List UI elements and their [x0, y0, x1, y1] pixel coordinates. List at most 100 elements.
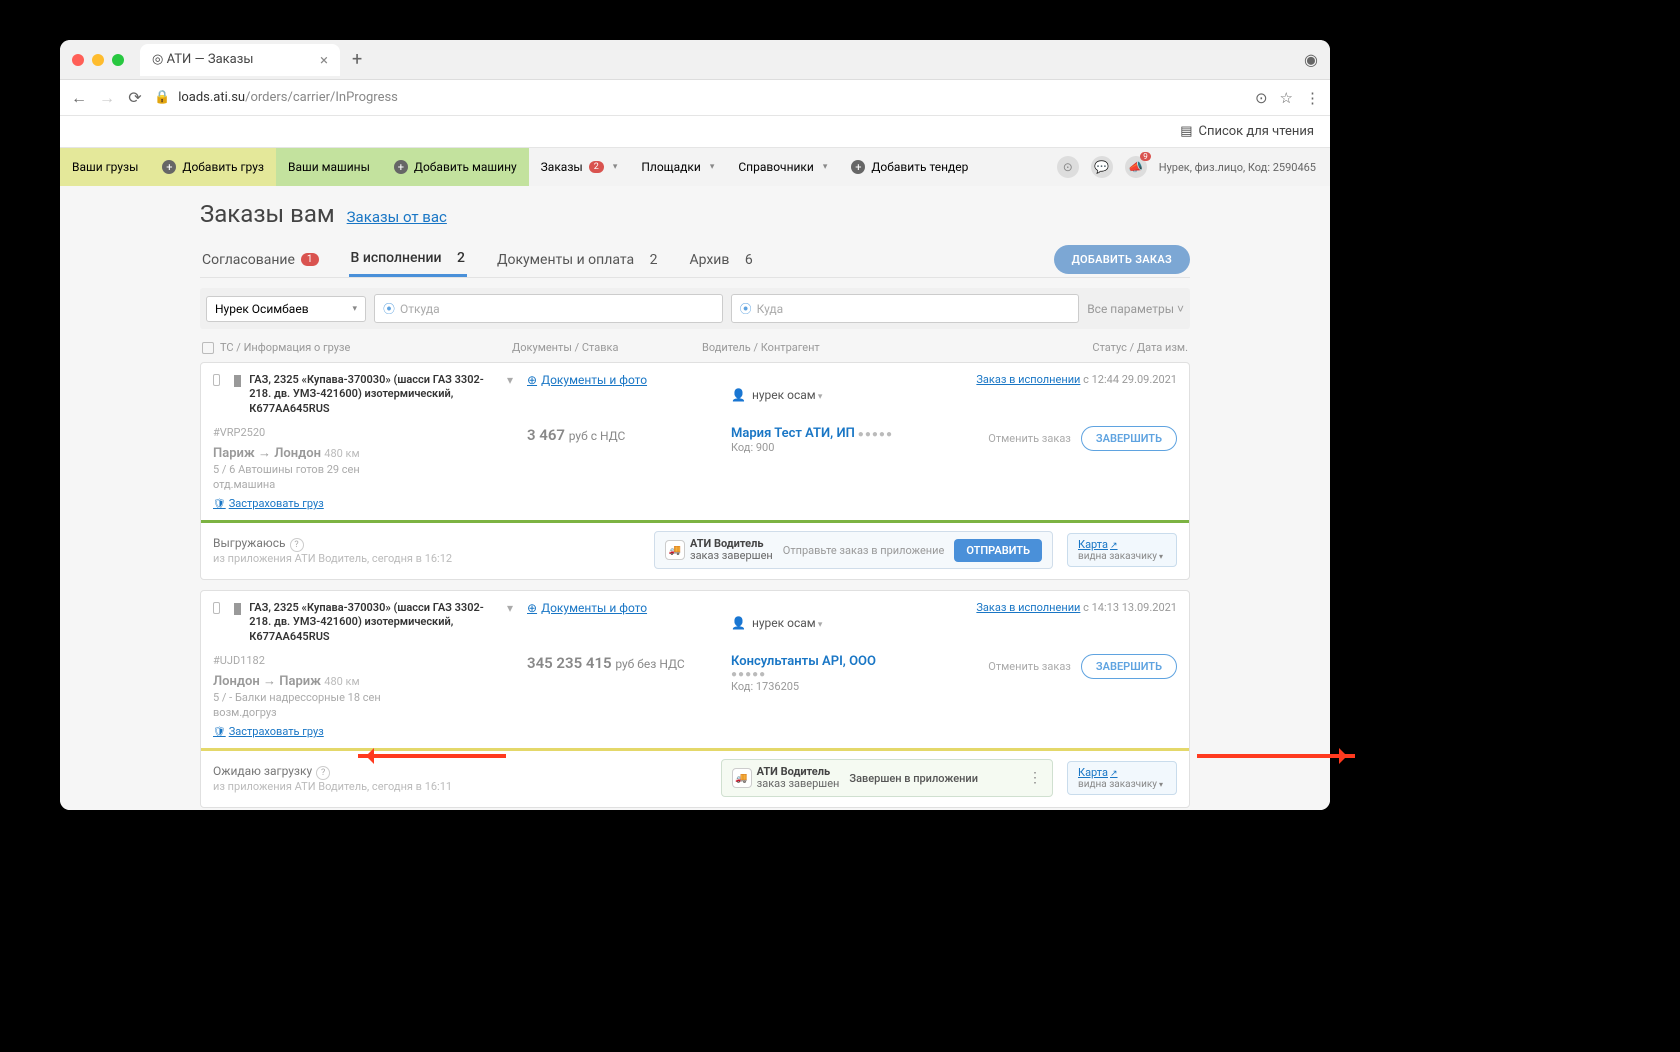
nav-orders[interactable]: Заказы2 [529, 148, 630, 186]
documents-link[interactable]: Документы и фото [527, 373, 647, 387]
person-select[interactable]: Нурек Осимбаев [206, 296, 366, 322]
column-headers: ТС / Информация о грузе Документы / Став… [200, 337, 1190, 362]
select-all-checkbox[interactable] [202, 342, 214, 354]
price: 3 467 руб с НДС [527, 426, 717, 444]
tab-title: АТИ — Заказы [167, 52, 254, 67]
route: Лондон → Париж 480 км [213, 673, 513, 689]
nav-refs[interactable]: Справочники [726, 148, 839, 186]
pin-icon: ⦿ [740, 300, 752, 317]
map-link[interactable]: Карта [1078, 766, 1118, 779]
route: Париж → Лондон 480 км [213, 445, 513, 461]
minimize-icon[interactable] [92, 54, 104, 66]
reading-list-icon: ▤ [1180, 124, 1192, 139]
price: 345 235 415 руб без НДС [527, 654, 717, 672]
cancel-link[interactable]: Отменить заказ [988, 432, 1071, 445]
lock-icon: 🔒 [154, 90, 170, 105]
back-icon[interactable]: ← [70, 88, 88, 108]
status-text: Ожидаю загрузку [213, 764, 312, 778]
forward-icon: → [98, 88, 116, 108]
nav-your-cargo[interactable]: Ваши грузы [60, 148, 150, 186]
status-link[interactable]: Заказ в исполнении [976, 373, 1080, 386]
tab-archive[interactable]: Архив 6 [687, 244, 754, 276]
tabs-row: Согласование1 В исполнении 2 Документы и… [200, 242, 1190, 278]
map-box: Карта видна заказчику [1067, 533, 1177, 567]
top-nav: Ваши грузы +Добавить груз Ваши машины +Д… [60, 148, 1330, 186]
status-link[interactable]: Заказ в исполнении [976, 601, 1080, 614]
close-tab-icon[interactable]: × [320, 51, 328, 69]
chevron-down-icon[interactable]: ▾ [507, 373, 513, 387]
orders-from-you-link[interactable]: Заказы от вас [347, 208, 447, 226]
new-tab-icon[interactable]: + [352, 49, 362, 70]
map-link[interactable]: Карта [1078, 538, 1118, 551]
reading-list[interactable]: Список для чтения [1198, 124, 1314, 139]
url-bar: ← → ⟳ 🔒 loads.ati.su/orders/carrier/InPr… [60, 80, 1330, 116]
rating-stars: ●●●●● [858, 429, 893, 440]
person-icon: 👤 [731, 388, 746, 402]
finish-button[interactable]: ЗАВЕРШИТЬ [1081, 654, 1177, 679]
annotation-arrow [1185, 752, 1355, 760]
truck-icon [234, 603, 242, 615]
close-icon[interactable] [72, 54, 84, 66]
to-input[interactable]: ⦿Куда [731, 294, 1080, 323]
from-input[interactable]: ⦿Откуда [374, 294, 723, 323]
documents-link[interactable]: Документы и фото [527, 601, 647, 615]
agent-link[interactable]: Консультанты API, ООО [731, 654, 961, 669]
agent-link[interactable]: Мария Тест АТИ, ИП [731, 426, 855, 441]
tab-in-progress[interactable]: В исполнении 2 [349, 242, 467, 277]
cancel-link[interactable]: Отменить заказ [988, 660, 1071, 673]
kebab-icon[interactable]: ⋮ [1028, 770, 1042, 786]
driver-select[interactable]: нурек осам [752, 388, 822, 402]
chevron-down-icon[interactable]: ▾ [507, 601, 513, 615]
truck-icon [234, 375, 242, 387]
row-checkbox[interactable] [213, 374, 220, 386]
add-order-button[interactable]: ДОБАВИТЬ ЗАКАЗ [1054, 245, 1190, 274]
plus-icon: + [394, 160, 408, 174]
browser-tab[interactable]: ◎ АТИ — Заказы × [140, 44, 340, 76]
titlebar: ◎ АТИ — Заказы × + ◉ [60, 40, 1330, 80]
nav-add-cargo[interactable]: +Добавить груз [150, 148, 276, 186]
help-icon[interactable]: ? [316, 766, 330, 780]
chat-icon[interactable]: 💬 [1091, 156, 1113, 178]
search-icon[interactable]: ⊙ [1255, 89, 1268, 107]
tab-documents[interactable]: Документы и оплата 2 [495, 244, 659, 276]
reload-icon[interactable]: ⟳ [126, 88, 144, 107]
nav-add-tender[interactable]: +Добавить тендер [839, 148, 980, 186]
url-field[interactable]: 🔒 loads.ati.su/orders/carrier/InProgress [154, 90, 1245, 105]
driver-select[interactable]: нурек осам [752, 616, 822, 630]
driver-app-box: 🚚АТИ Водительзаказ завершен Отправьте за… [654, 531, 1053, 569]
all-params-link[interactable]: Все параметры ˅ [1087, 302, 1184, 316]
nav-add-truck[interactable]: +Добавить машину [382, 148, 529, 186]
order-card: ГАЗ, 2325 «Купава-370030» (шасси ГАЗ 330… [200, 590, 1190, 808]
row-checkbox[interactable] [213, 602, 220, 614]
maximize-icon[interactable] [112, 54, 124, 66]
bell-icon[interactable]: 📣9 [1125, 156, 1147, 178]
order-id: #UJD1182 [213, 654, 513, 667]
nav-your-trucks[interactable]: Ваши машины [276, 148, 382, 186]
insure-link[interactable]: Застраховать груз [213, 725, 324, 738]
filter-row: Нурек Осимбаев ⦿Откуда ⦿Куда Все парамет… [200, 288, 1190, 329]
nav-platforms[interactable]: Площадки [629, 148, 726, 186]
map-visibility[interactable]: видна заказчику [1078, 551, 1166, 562]
user-label[interactable]: Нурек, физ.лицо, Код: 2590465 [1159, 161, 1316, 174]
browser-window: ◎ АТИ — Заказы × + ◉ ← → ⟳ 🔒 loads.ati.s… [60, 40, 1330, 810]
app-icon: 🚚 [732, 768, 752, 788]
order-card: ГАЗ, 2325 «Купава-370030» (шасси ГАЗ 330… [200, 362, 1190, 580]
map-box: Карта видна заказчику [1067, 761, 1177, 795]
help-icon[interactable]: ? [290, 538, 304, 552]
traffic-lights [72, 54, 124, 66]
vehicle-info: ГАЗ, 2325 «Купава-370030» (шасси ГАЗ 330… [249, 601, 495, 644]
driver-app-box: 🚚АТИ Водительзаказ завершен Завершен в п… [721, 759, 1053, 797]
send-button[interactable]: ОТПРАВИТЬ [954, 539, 1042, 562]
search-icon[interactable]: ⊙ [1057, 156, 1079, 178]
plus-icon: + [851, 160, 865, 174]
star-icon[interactable]: ☆ [1280, 89, 1293, 107]
profile-icon[interactable]: ◉ [1304, 50, 1318, 69]
insure-link[interactable]: Застраховать груз [213, 497, 324, 510]
finish-button[interactable]: ЗАВЕРШИТЬ [1081, 426, 1177, 451]
bookmark-bar: ▤ Список для чтения [60, 116, 1330, 148]
tab-approval[interactable]: Согласование1 [200, 244, 321, 276]
kebab-icon[interactable]: ⋮ [1305, 89, 1320, 107]
map-visibility[interactable]: видна заказчику [1078, 779, 1166, 790]
person-icon: 👤 [731, 616, 746, 630]
plus-icon: + [162, 160, 176, 174]
